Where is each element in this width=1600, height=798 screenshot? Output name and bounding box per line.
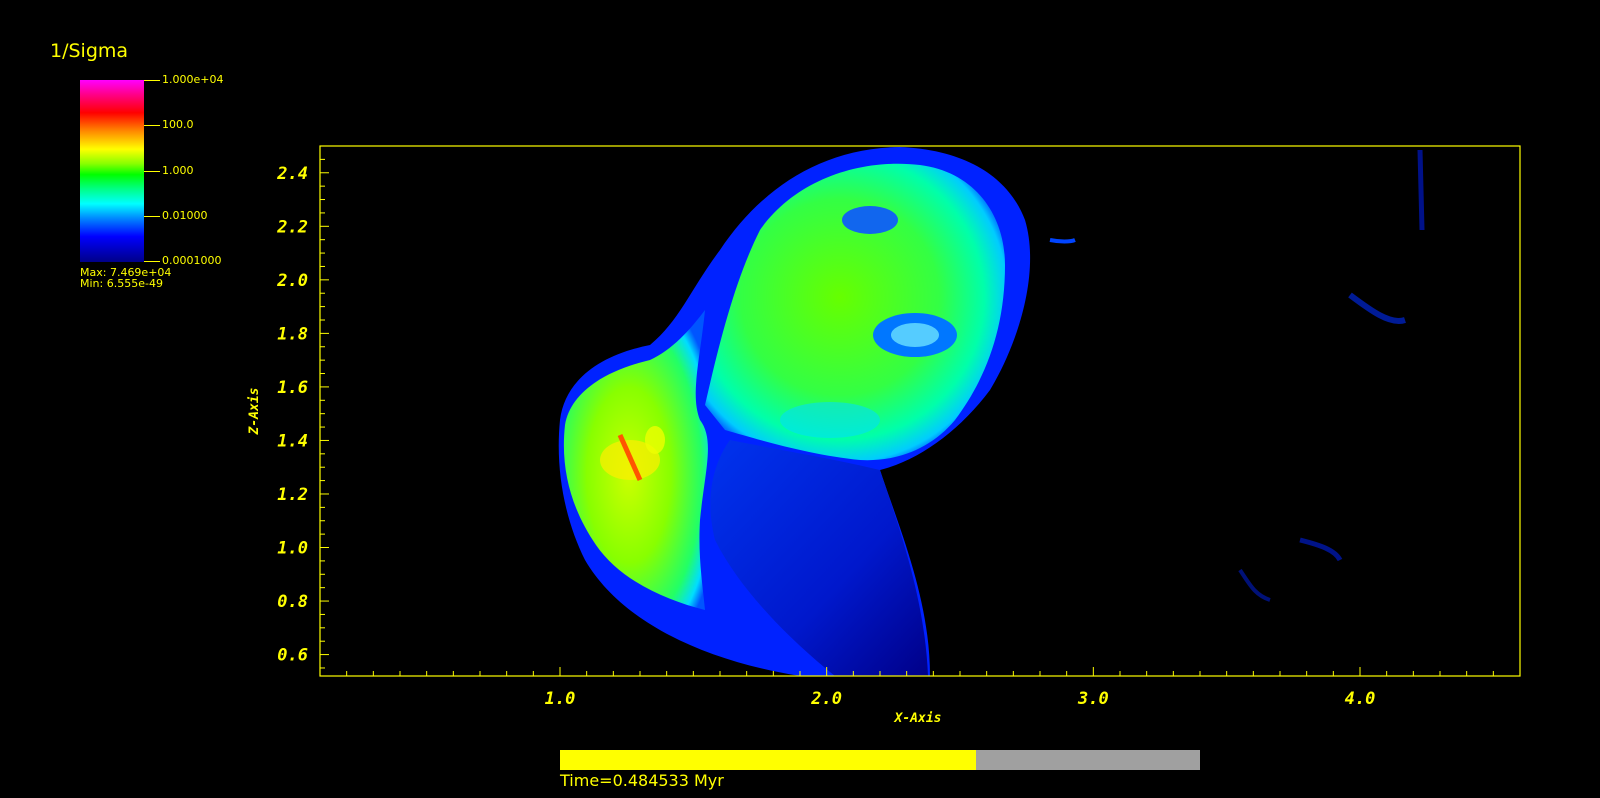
x-tick-label: 2.0 (810, 689, 842, 709)
x-axis-title: X-Axis (894, 711, 942, 726)
y-tick-label: 1.0 (277, 539, 308, 559)
heatmap-streak (1299, 537, 1343, 562)
y-axis-title: Z-Axis (247, 388, 262, 436)
x-tick-label: 3.0 (1077, 689, 1109, 709)
x-tick-label: 1.0 (545, 689, 576, 709)
y-tick-label: 0.8 (277, 592, 308, 612)
heatmap-cavity (891, 323, 939, 347)
y-tick-label: 2.4 (276, 164, 308, 184)
heatmap-cavity (842, 206, 898, 234)
time-progress-bar (560, 750, 1200, 770)
y-tick-label: 2.2 (276, 217, 308, 237)
heatmap-streak (1238, 568, 1271, 602)
y-tick-label: 0.6 (277, 646, 308, 666)
heatmap-cavity (780, 402, 880, 438)
y-axis: 2.4 2.2 2.0 1.8 1.6 1.4 1.2 1.0 0.8 0.6 (276, 145, 329, 669)
time-label: Time=0.484533 Myr (560, 771, 724, 790)
y-tick-label: 1.2 (277, 485, 308, 505)
time-progress-fill (560, 750, 976, 770)
y-tick-label: 1.4 (277, 431, 308, 451)
plot-area: 1.0 2.0 3.0 4.0 2.4 2.2 2.0 1.8 1.6 1.4 1.2 1.0 0.8… (247, 145, 1521, 726)
heatmap-streak (1417, 149, 1425, 231)
heatmap-field (558, 147, 1425, 676)
heatmap-streak (1049, 238, 1076, 244)
heatmap-hotspot (645, 426, 665, 454)
x-tick-label: 4.0 (1345, 689, 1376, 709)
heatmap-streak (1348, 292, 1406, 324)
y-tick-label: 1.8 (277, 324, 308, 344)
y-tick-label: 2.0 (276, 271, 308, 291)
y-tick-label: 1.6 (277, 378, 308, 398)
